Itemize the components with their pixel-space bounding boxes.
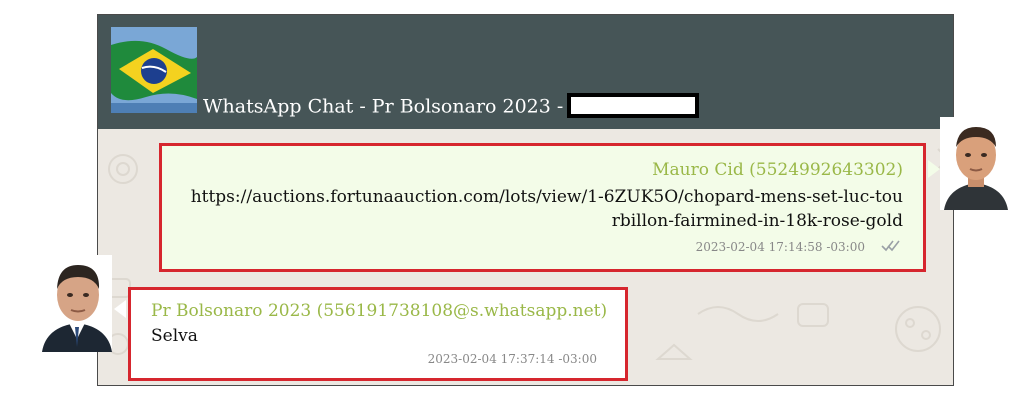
avatar-bolsonaro xyxy=(42,255,112,352)
message-text: Selva xyxy=(151,326,198,346)
message-timestamp: 2023-02-04 17:14:58 -03:00 xyxy=(695,240,865,254)
avatar-mauro-cid xyxy=(940,117,1012,210)
chat-header: WhatsApp Chat - Pr Bolsonaro 2023 - xyxy=(98,15,953,129)
message-timestamp: 2023-02-04 17:37:14 -03:00 xyxy=(427,352,597,366)
chat-body: Mauro Cid (5524992643302) https://auctio… xyxy=(98,129,953,385)
chat-title-text: WhatsApp Chat - Pr Bolsonaro 2023 - xyxy=(203,95,564,118)
redacted-box xyxy=(567,93,700,118)
bubble-tail-outgoing xyxy=(928,160,940,178)
message-bubble-outgoing: Mauro Cid (5524992643302) https://auctio… xyxy=(159,143,926,272)
message-bubble-incoming: Pr Bolsonaro 2023 (556191738108@s.whatsa… xyxy=(128,287,628,381)
message-text-link[interactable]: https://auctions.fortunaauction.com/lots… xyxy=(183,185,903,233)
bubble-tail-incoming xyxy=(114,300,126,318)
chat-window: WhatsApp Chat - Pr Bolsonaro 2023 - Maur… xyxy=(97,14,954,386)
message-sender: Mauro Cid (5524992643302) xyxy=(652,160,903,180)
double-check-icon xyxy=(881,240,900,252)
brazil-flag-icon xyxy=(111,27,197,113)
message-sender: Pr Bolsonaro 2023 (556191738108@s.whatsa… xyxy=(151,301,608,321)
chat-title: WhatsApp Chat - Pr Bolsonaro 2023 - xyxy=(203,93,700,120)
